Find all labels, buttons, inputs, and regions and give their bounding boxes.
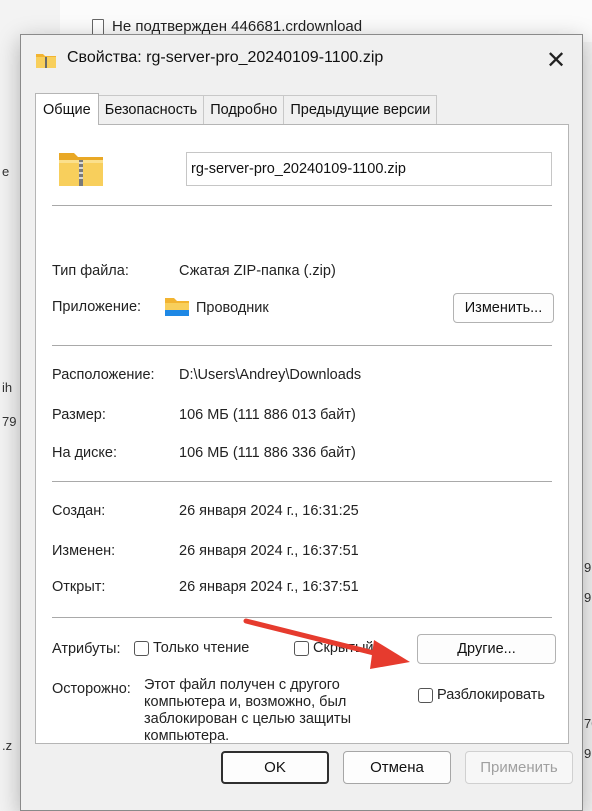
ok-button[interactable]: OK [221,751,329,784]
close-icon: ✕ [545,46,567,74]
edge-text: 70 [584,716,592,731]
size-on-disk-value: 106 МБ (111 886 336 байт) [179,445,356,461]
zip-folder-icon [35,50,57,73]
opened-value: 26 января 2024 г., 16:37:51 [179,579,359,595]
cancel-button[interactable]: Отмена [343,751,451,784]
created-label: Создан: [52,503,106,519]
hidden-checkbox-row[interactable]: Скрытый [294,640,373,656]
modified-label: Изменен: [52,543,116,559]
caution-text: Этот файл получен с другого компьютера и… [144,677,351,744]
attributes-label: Атрибуты: [52,641,121,657]
tab-security[interactable]: Безопасность [97,95,205,124]
file-type-value: Сжатая ZIP-папка (.zip) [179,263,336,279]
file-type-label: Тип файла: [52,263,129,279]
hidden-label: Скрытый [313,640,374,656]
title-bar[interactable]: Свойства: rg-server-pro_20240109-1100.zi… [21,35,582,85]
size-on-disk-label: На диске: [52,445,117,461]
application-label: Приложение: [52,299,142,315]
tab-previous-versions[interactable]: Предыдущие версии [283,95,438,124]
unblock-checkbox-row[interactable]: Разблокировать [418,687,545,703]
advanced-attributes-button[interactable]: Другие... [417,634,556,664]
file-name-input[interactable] [186,152,552,186]
edge-text: 9 [584,746,592,761]
edge-text: ih [2,380,13,395]
caution-label: Осторожно: [52,681,131,697]
edge-text: 79 [2,414,17,429]
modified-value: 26 января 2024 г., 16:37:51 [179,543,359,559]
properties-dialog: Свойства: rg-server-pro_20240109-1100.zi… [20,34,583,811]
location-label: Расположение: [52,367,155,383]
divider [52,617,552,618]
edge-text: 9 [584,560,592,575]
apply-button[interactable]: Применить [465,751,573,784]
zip-file-icon [58,149,104,190]
edge-text: .z [2,738,13,753]
hidden-checkbox[interactable] [294,640,309,656]
readonly-checkbox[interactable] [134,640,149,656]
size-label: Размер: [52,407,106,423]
edge-text: 9 [584,590,592,605]
divider [52,481,552,482]
readonly-checkbox-row[interactable]: Только чтение [134,640,249,656]
divider [52,345,552,346]
document-icon [92,18,104,35]
unblock-label: Разблокировать [437,687,545,703]
background-file-name: Не подтвержден 446681.crdownload [112,18,363,35]
location-value: D:\Users\Andrey\Downloads [179,367,362,383]
tab-general[interactable]: Общие [35,93,99,125]
unblock-checkbox[interactable] [418,687,433,703]
change-app-button[interactable]: Изменить... [453,293,554,323]
background-file-item[interactable]: Не подтвержден 446681.crdownload [92,18,362,35]
application-value-row: Проводник [164,295,269,321]
divider [52,205,552,206]
dialog-title: Свойства: rg-server-pro_20240109-1100.zi… [67,49,384,66]
created-value: 26 января 2024 г., 16:31:25 [179,503,359,519]
readonly-label: Только чтение [153,640,250,656]
explorer-folder-icon [164,295,190,321]
edge-text: e [2,164,10,179]
opened-label: Открыт: [52,579,106,595]
general-panel: Тип файла: Сжатая ZIP-папка (.zip) Прило… [35,124,569,744]
tab-bar: Общие Безопасность Подробно Предыдущие в… [35,93,438,125]
application-value: Проводник [196,300,269,316]
tab-details[interactable]: Подробно [203,95,285,124]
size-value: 106 МБ (111 886 013 байт) [179,407,356,423]
close-button[interactable]: ✕ [540,45,572,75]
